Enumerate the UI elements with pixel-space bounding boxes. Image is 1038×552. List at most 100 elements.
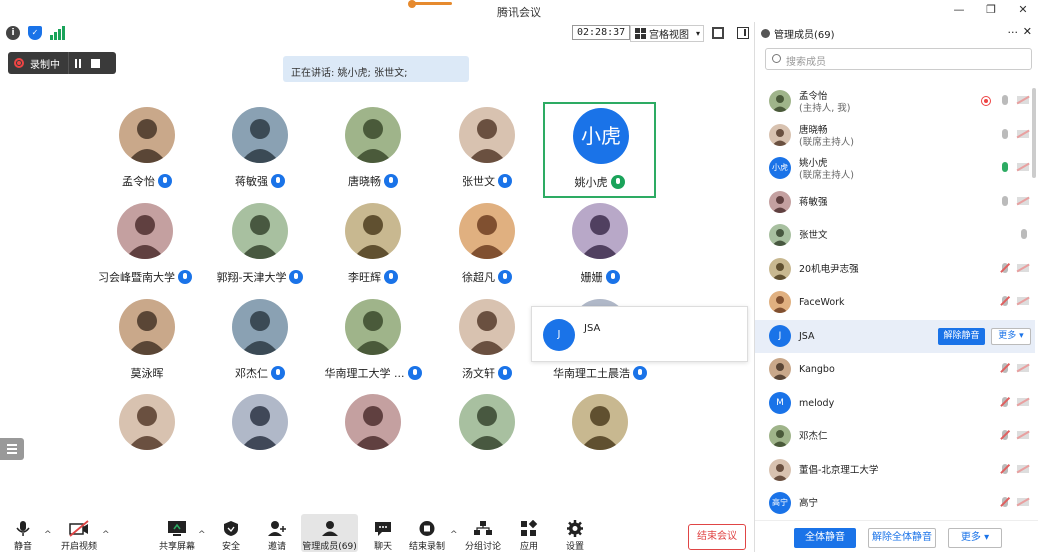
camera-off-icon[interactable] (1017, 431, 1029, 439)
list-toggle-button[interactable] (0, 438, 24, 460)
sidebar-toggle-icon[interactable] (737, 27, 749, 39)
member-name: 20机电尹志强 (799, 263, 859, 275)
member-name: 唐晓畅 (799, 124, 828, 136)
member-name-block: 高宁 (799, 498, 818, 510)
member-more-button[interactable]: 更多 ▾ (991, 327, 1031, 345)
chat-button[interactable]: 聊天 (368, 514, 398, 552)
more-options-icon[interactable]: ··· (1008, 26, 1019, 39)
participant-tile[interactable]: 莫泳晖 (92, 299, 202, 395)
participant-name-row: 邓杰仁 (205, 365, 315, 381)
participant-tile[interactable]: 李旺辉 (318, 203, 428, 299)
info-icon[interactable]: i (6, 26, 20, 40)
microphone-icon[interactable] (1002, 430, 1008, 440)
signal-icon[interactable] (50, 26, 65, 40)
microphone-icon[interactable] (1002, 262, 1008, 273)
camera-off-icon[interactable] (1017, 297, 1029, 305)
microphone-icon[interactable] (1002, 363, 1008, 373)
participant-tile[interactable]: 张世文 (432, 107, 542, 203)
end-recording-button[interactable]: 结束录制 (406, 514, 448, 552)
microphone-icon[interactable] (1002, 463, 1008, 474)
mute-all-button[interactable]: 全体静音 (794, 528, 856, 548)
participant-tile[interactable]: 唐晓畅 (318, 107, 428, 203)
participant-tile[interactable]: 华南理工大学 ... (318, 299, 428, 395)
microphone-icon[interactable] (1002, 296, 1008, 306)
minimize-icon[interactable]: — (952, 3, 966, 16)
member-row[interactable]: Mmelody (755, 387, 1035, 420)
participant-tile[interactable]: 孟令怡 (92, 107, 202, 203)
camera-off-icon[interactable] (1017, 397, 1029, 406)
member-name: Kangbo (799, 364, 835, 375)
camera-off-icon[interactable] (1017, 498, 1029, 506)
member-row[interactable]: 小虎 姚小虎 (联席主持人) (755, 152, 1035, 185)
member-name-block: 姚小虎 (联席主持人) (799, 158, 854, 182)
camera-off-icon[interactable] (1017, 364, 1029, 372)
speaking-indicator: 正在讲话: 姚小虎; 张世文; (283, 56, 469, 82)
video-label: 开启视频 (60, 542, 97, 552)
microphone-icon[interactable] (1002, 95, 1008, 105)
participant-tile[interactable]: 姗姗 (545, 203, 655, 299)
member-search-input[interactable]: 搜索成员 (765, 48, 1032, 70)
shield-icon[interactable]: ✓ (28, 26, 42, 40)
camera-off-icon[interactable] (1017, 196, 1029, 205)
unmute-all-button[interactable]: 解除全体静音 (868, 528, 936, 548)
invite-button[interactable]: 邀请 (262, 514, 292, 552)
member-row[interactable]: 孟令怡 (主持人, 我) (755, 85, 1035, 118)
participant-tile[interactable]: 小虎 姚小虎 (543, 102, 656, 198)
microphone-icon[interactable] (1002, 128, 1008, 139)
camera-off-icon[interactable] (1017, 163, 1029, 171)
member-row[interactable]: 唐晓畅 (联席主持人) (755, 119, 1035, 152)
avatar (769, 358, 791, 380)
close-panel-icon[interactable]: ✕ (1023, 25, 1032, 38)
participant-tile[interactable]: 习会峰暨南大学 (90, 203, 200, 299)
video-button[interactable]: 开启视频 (56, 514, 102, 552)
avatar: J (769, 324, 791, 347)
participant-tile[interactable]: 邓杰仁 (205, 299, 315, 395)
mute-button[interactable]: 静音 (6, 514, 40, 552)
participant-name-row: 华南理工大学 ... (318, 365, 428, 381)
manage-members-button[interactable]: 管理成员(69) (301, 514, 358, 552)
security-button[interactable]: 安全 (216, 514, 246, 552)
participant-tile[interactable]: 汤文轩 (432, 299, 542, 395)
camera-off-icon[interactable] (1017, 263, 1029, 272)
participant-hover-card[interactable]: J JSA (531, 306, 748, 362)
pause-icon[interactable] (75, 58, 81, 68)
microphone-icon[interactable] (1021, 229, 1027, 239)
unmute-button[interactable]: 解除静音 (938, 327, 985, 345)
member-row[interactable]: FaceWork (755, 286, 1035, 319)
end-meeting-button[interactable]: 结束会议 (688, 524, 746, 550)
settings-button[interactable]: 设置 (560, 514, 590, 552)
panel-more-button[interactable]: 更多 ▾ (948, 528, 1002, 548)
member-row[interactable]: J JSA 解除静音 更多 ▾ (755, 319, 1035, 353)
apps-button[interactable]: 应用 (514, 514, 544, 552)
member-row[interactable]: 蒋敏强 (755, 186, 1035, 219)
breakout-rooms-button[interactable]: 分组讨论 (462, 514, 504, 552)
member-row[interactable]: 董倡-北京理工大学 (755, 454, 1035, 487)
avatar (119, 107, 175, 163)
member-name-block: 邓杰仁 (799, 431, 828, 443)
stop-icon[interactable] (91, 58, 100, 68)
member-list-scrollbar[interactable] (1032, 88, 1036, 178)
camera-off-icon[interactable] (1017, 129, 1029, 138)
security-label: 安全 (221, 542, 240, 552)
fullscreen-icon[interactable] (712, 27, 724, 39)
invite-label: 邀请 (267, 542, 286, 552)
microphone-icon[interactable] (1002, 195, 1008, 206)
participant-tile[interactable]: 郭翔-天津大学 (205, 203, 315, 299)
restore-icon[interactable]: ❐ (984, 3, 998, 16)
view-mode-button[interactable]: 宫格视图 ▾ (630, 25, 704, 42)
camera-off-icon[interactable] (1017, 464, 1029, 473)
member-row[interactable]: 高宁 高宁 (755, 487, 1035, 520)
camera-off-icon[interactable] (1017, 96, 1029, 104)
member-row[interactable]: 张世文 (755, 219, 1035, 252)
microphone-icon[interactable] (1002, 396, 1008, 407)
share-screen-button[interactable]: 共享屏幕 (156, 514, 198, 552)
microphone-icon[interactable] (1002, 497, 1008, 507)
member-row[interactable]: 20机电尹志强 (755, 253, 1035, 286)
close-window-icon[interactable]: ✕ (1016, 3, 1030, 16)
microphone-icon[interactable] (1002, 162, 1008, 172)
member-row[interactable]: 邓杰仁 (755, 420, 1035, 453)
participant-tile[interactable]: 蒋敏强 (205, 107, 315, 203)
participant-tile[interactable]: 徐超凡 (432, 203, 542, 299)
avatar (769, 224, 791, 246)
member-row[interactable]: Kangbo (755, 353, 1035, 386)
